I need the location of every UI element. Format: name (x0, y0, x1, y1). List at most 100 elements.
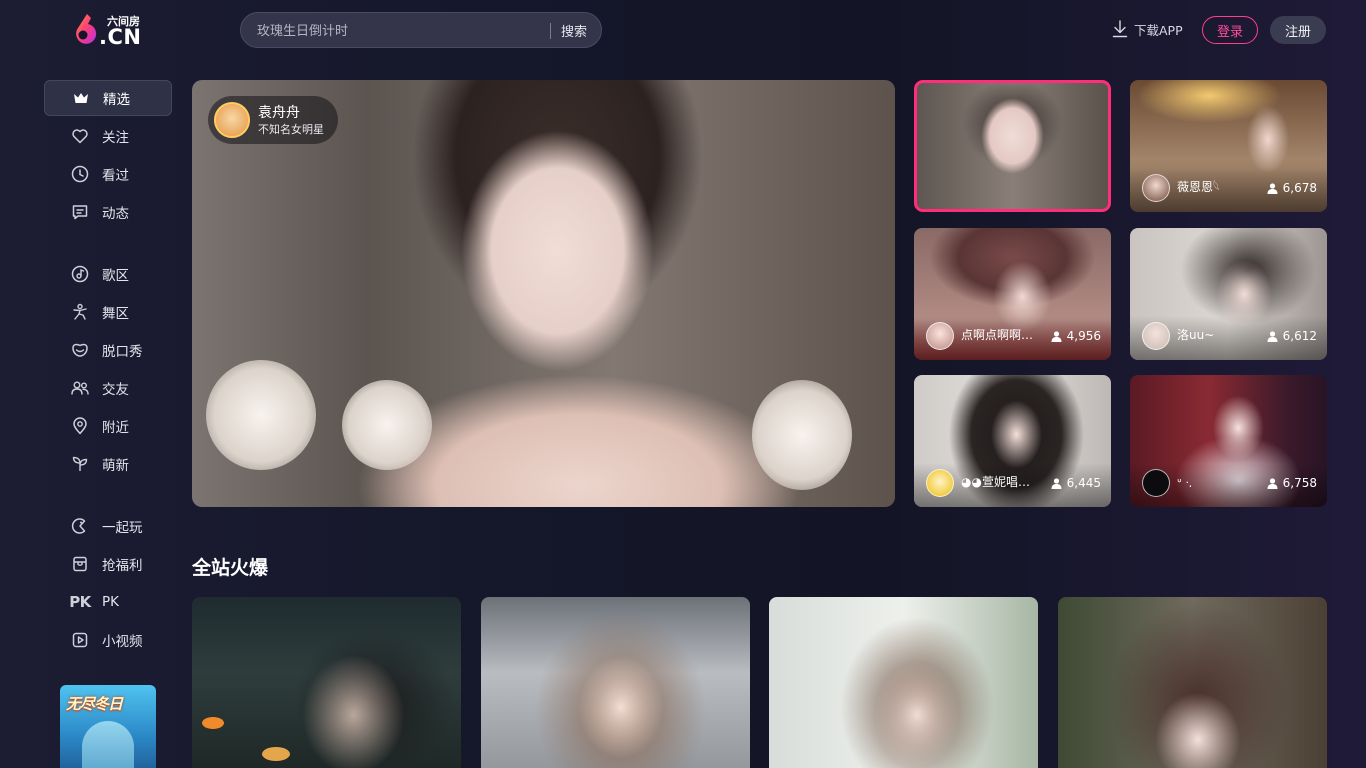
host-name: 袁舟舟 (258, 104, 300, 121)
room-card-selected[interactable] (914, 80, 1111, 212)
smile-icon (70, 340, 90, 360)
sidebar-item-nearby[interactable]: 附近 (44, 408, 172, 444)
music-icon (70, 264, 90, 284)
room-avatar (1142, 174, 1170, 202)
person-icon (1267, 477, 1278, 489)
room-name: 点啊点啊啊… (961, 328, 1034, 342)
crown-icon (71, 88, 91, 108)
host-text: 袁舟舟 不知名女明星 (258, 104, 324, 137)
room-avatar (1142, 469, 1170, 497)
search-button[interactable]: 搜索 (561, 21, 587, 40)
room-viewers: 6,758 (1267, 476, 1317, 490)
person-icon (1267, 330, 1278, 342)
hot-card[interactable] (1058, 597, 1327, 768)
sidebar-item-label: 脱口秀 (102, 344, 143, 360)
room-viewer-count: 6,678 (1282, 181, 1317, 195)
message-icon (70, 202, 90, 222)
sidebar-item-dance[interactable]: 舞区 (44, 294, 172, 330)
hot-card[interactable] (481, 597, 750, 768)
room-viewers: 6,612 (1267, 329, 1317, 343)
sidebar-item-songs[interactable]: 歌区 (44, 256, 172, 292)
sidebar-item-label: PK (102, 594, 119, 610)
hot-card[interactable] (769, 597, 1038, 768)
sidebar-item-featured[interactable]: 精选 (44, 80, 172, 116)
download-app-link[interactable]: 下载APP (1112, 19, 1183, 39)
room-card[interactable]: ◕◕萱妮唱… 6,445 (914, 375, 1111, 507)
live-player[interactable]: 袁舟舟 不知名女明星 (192, 80, 895, 507)
promo-banner[interactable]: 无尽冬日 (60, 685, 156, 768)
room-viewer-count: 6,758 (1282, 476, 1317, 490)
room-card[interactable]: 洛uu~ 6,612 (1130, 228, 1327, 360)
room-viewer-count: 6,612 (1282, 329, 1317, 343)
background-lamp (752, 380, 852, 490)
room-viewer-count: 4,956 (1066, 329, 1101, 343)
sidebar-item-label: 舞区 (102, 306, 129, 322)
sidebar-item-label: 一起玩 (102, 520, 143, 536)
hot-card[interactable] (192, 597, 461, 768)
clock-icon (70, 164, 90, 184)
search-divider (550, 23, 551, 39)
register-button[interactable]: 注册 (1270, 16, 1326, 44)
sidebar-item-welfare[interactable]: 抢福利 (44, 546, 172, 582)
fish-decoration (202, 717, 224, 729)
people-icon (70, 378, 90, 398)
promo-banner-title: 无尽冬日 (66, 695, 123, 713)
person-icon (1051, 477, 1062, 489)
sidebar-item-history[interactable]: 看过 (44, 156, 172, 192)
room-card[interactable]: ᐡ ᐧ. 6,758 (1130, 375, 1327, 507)
host-avatar (214, 102, 250, 138)
room-viewers: 6,678 (1267, 181, 1317, 195)
sidebar-item-label: 关注 (102, 130, 129, 146)
top-header: 六间房 .CN 搜索 下载APP 登录 注册 (0, 0, 1366, 62)
sidebar-item-label: 看过 (102, 168, 129, 184)
sidebar-item-label: 歌区 (102, 268, 129, 284)
sidebar-item-short-video[interactable]: 小视频 (44, 622, 172, 658)
room-name: 洛uu~ (1177, 328, 1215, 342)
host-description: 不知名女明星 (258, 122, 324, 136)
host-info[interactable]: 袁舟舟 不知名女明星 (208, 96, 338, 144)
room-avatar (926, 322, 954, 350)
background-lamp (342, 380, 432, 470)
room-name: 薇恩恩𓆩 (1177, 180, 1220, 194)
room-viewers: 4,956 (1051, 329, 1101, 343)
sidebar-item-label: 萌新 (102, 458, 129, 474)
room-avatar (1142, 322, 1170, 350)
section-title-hot: 全站火爆 (192, 557, 269, 579)
sprout-icon (70, 454, 90, 474)
room-card[interactable]: 点啊点啊啊… 4,956 (914, 228, 1111, 360)
sidebar-item-feed[interactable]: 动态 (44, 194, 172, 230)
room-avatar (926, 469, 954, 497)
site-logo[interactable]: 六间房 .CN (70, 12, 150, 52)
search-bar: 搜索 (240, 12, 602, 48)
room-name: ◕◕萱妮唱… (961, 475, 1030, 489)
sidebar-item-label: 抢福利 (102, 558, 143, 574)
sidebar-item-friends[interactable]: 交友 (44, 370, 172, 406)
fish-decoration (262, 747, 290, 761)
sidebar-item-newbies[interactable]: 萌新 (44, 446, 172, 482)
sidebar-item-label: 精选 (103, 92, 130, 108)
sidebar-item-follow[interactable]: 关注 (44, 118, 172, 154)
room-viewers: 6,445 (1051, 476, 1101, 490)
logo-domain: .CN (99, 25, 142, 49)
sidebar-item-label: 交友 (102, 382, 129, 398)
location-icon (70, 416, 90, 436)
heart-icon (70, 126, 90, 146)
sidebar-item-pk[interactable]: PK PK (44, 584, 172, 620)
room-name: ᐡ ᐧ. (1177, 476, 1193, 490)
download-icon (1112, 20, 1128, 38)
download-label: 下载APP (1134, 22, 1183, 38)
login-button[interactable]: 登录 (1202, 16, 1258, 44)
sidebar-item-play-together[interactable]: 一起玩 (44, 508, 172, 544)
pk-icon: PK (69, 593, 91, 611)
sidebar-item-talkshow[interactable]: 脱口秀 (44, 332, 172, 368)
person-icon (1267, 182, 1278, 194)
gift-icon (70, 554, 90, 574)
search-input[interactable] (257, 21, 537, 41)
room-card[interactable]: 薇恩恩𓆩 6,678 (1130, 80, 1327, 212)
person-icon (1051, 330, 1062, 342)
background-lamp (206, 360, 316, 470)
room-viewer-count: 6,445 (1066, 476, 1101, 490)
sidebar-item-label: 动态 (102, 206, 129, 222)
sidebar-item-label: 小视频 (102, 634, 143, 650)
game-icon (70, 516, 90, 536)
